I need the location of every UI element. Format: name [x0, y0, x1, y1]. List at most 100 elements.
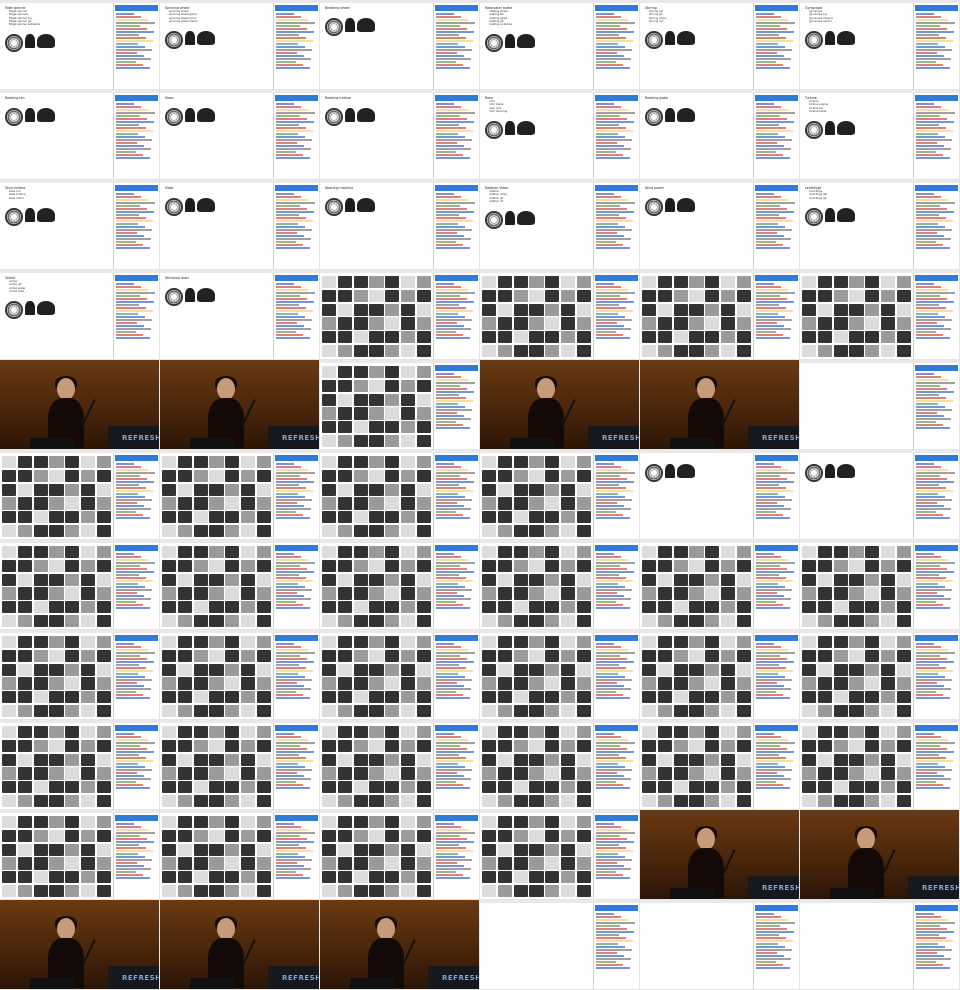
image-result[interactable]: [416, 829, 431, 842]
image-result[interactable]: [849, 344, 864, 357]
image-result[interactable]: [400, 739, 416, 752]
image-result[interactable]: [225, 871, 240, 884]
image-result[interactable]: [385, 407, 400, 420]
image-result[interactable]: [240, 483, 256, 496]
image-result[interactable]: [256, 739, 271, 752]
image-result[interactable]: [642, 546, 657, 559]
image-result[interactable]: [560, 614, 576, 627]
image-result[interactable]: [833, 559, 848, 572]
image-result[interactable]: [337, 546, 353, 559]
image-result[interactable]: [705, 317, 720, 330]
image-result[interactable]: [322, 587, 337, 600]
image-result[interactable]: [560, 794, 576, 807]
image-result[interactable]: [385, 857, 400, 870]
thumbnail-cell[interactable]: REFRESH: [160, 360, 320, 450]
image-result[interactable]: [529, 546, 544, 559]
image-result[interactable]: [225, 614, 240, 627]
image-result[interactable]: [817, 331, 833, 344]
thumbnail-cell[interactable]: Whirlpool drain: [160, 270, 320, 360]
image-result[interactable]: [322, 649, 337, 662]
image-result[interactable]: [416, 546, 431, 559]
image-result[interactable]: [256, 601, 271, 614]
image-result[interactable]: [833, 677, 848, 690]
image-result[interactable]: [96, 497, 111, 510]
image-result[interactable]: [896, 344, 911, 357]
image-result[interactable]: [162, 456, 177, 469]
image-result[interactable]: [576, 601, 591, 614]
image-result[interactable]: [576, 497, 591, 510]
image-result[interactable]: [416, 559, 431, 572]
image-result[interactable]: [337, 767, 353, 780]
image-result[interactable]: [545, 649, 560, 662]
image-result[interactable]: [369, 573, 384, 586]
image-result[interactable]: [400, 289, 416, 302]
image-result[interactable]: [673, 303, 688, 316]
image-result[interactable]: [657, 331, 673, 344]
wheel-image[interactable]: [325, 198, 343, 216]
image-result[interactable]: [513, 317, 528, 330]
image-result[interactable]: [576, 303, 591, 316]
image-result[interactable]: [416, 573, 431, 586]
image-result[interactable]: [896, 767, 911, 780]
thumbnail-cell[interactable]: [640, 270, 800, 360]
image-result[interactable]: [353, 331, 368, 344]
image-result[interactable]: [65, 871, 80, 884]
image-result[interactable]: [896, 739, 911, 752]
image-result[interactable]: [482, 691, 497, 704]
image-result[interactable]: [33, 524, 48, 537]
image-result[interactable]: [849, 781, 864, 794]
search-query[interactable]: Washing machine: [325, 186, 431, 190]
image-result[interactable]: [482, 303, 497, 316]
image-result[interactable]: [400, 884, 416, 897]
image-result[interactable]: [513, 677, 528, 690]
image-result[interactable]: [353, 407, 368, 420]
image-result[interactable]: [17, 483, 33, 496]
image-result[interactable]: [209, 704, 224, 717]
image-result[interactable]: [400, 511, 416, 524]
image-result[interactable]: [49, 843, 64, 856]
image-result[interactable]: [545, 524, 560, 537]
image-result[interactable]: [529, 691, 544, 704]
image-result[interactable]: [833, 331, 848, 344]
image-result[interactable]: [337, 469, 353, 482]
thumbnail-cell[interactable]: REFRESH: [320, 900, 480, 990]
image-result[interactable]: [240, 704, 256, 717]
image-result[interactable]: [385, 344, 400, 357]
image-result[interactable]: [240, 573, 256, 586]
image-result[interactable]: [2, 587, 17, 600]
image-result[interactable]: [17, 573, 33, 586]
image-result[interactable]: [80, 456, 96, 469]
thumbnail-cell[interactable]: [640, 900, 800, 990]
image-result[interactable]: [177, 636, 193, 649]
image-result[interactable]: [96, 794, 111, 807]
image-result[interactable]: [865, 546, 880, 559]
image-result[interactable]: [193, 524, 208, 537]
image-result[interactable]: [736, 331, 751, 344]
image-result[interactable]: [33, 546, 48, 559]
image-result[interactable]: [80, 871, 96, 884]
image-result[interactable]: [322, 663, 337, 676]
image-result[interactable]: [497, 677, 513, 690]
image-result[interactable]: [529, 317, 544, 330]
image-result[interactable]: [673, 317, 688, 330]
image-result[interactable]: [353, 434, 368, 447]
image-result[interactable]: [65, 704, 80, 717]
image-result[interactable]: [513, 483, 528, 496]
image-result[interactable]: [337, 524, 353, 537]
image-result[interactable]: [385, 614, 400, 627]
image-result[interactable]: [705, 739, 720, 752]
image-result[interactable]: [849, 276, 864, 289]
image-result[interactable]: [322, 704, 337, 717]
image-result[interactable]: [513, 497, 528, 510]
image-result[interactable]: [576, 753, 591, 766]
image-result[interactable]: [529, 303, 544, 316]
image-result[interactable]: [96, 587, 111, 600]
image-result[interactable]: [353, 587, 368, 600]
image-result[interactable]: [817, 753, 833, 766]
thumbnail-cell[interactable]: [320, 360, 480, 450]
image-result[interactable]: [802, 587, 817, 600]
image-result[interactable]: [642, 726, 657, 739]
image-result[interactable]: [322, 614, 337, 627]
image-result[interactable]: [177, 691, 193, 704]
image-result[interactable]: [482, 636, 497, 649]
